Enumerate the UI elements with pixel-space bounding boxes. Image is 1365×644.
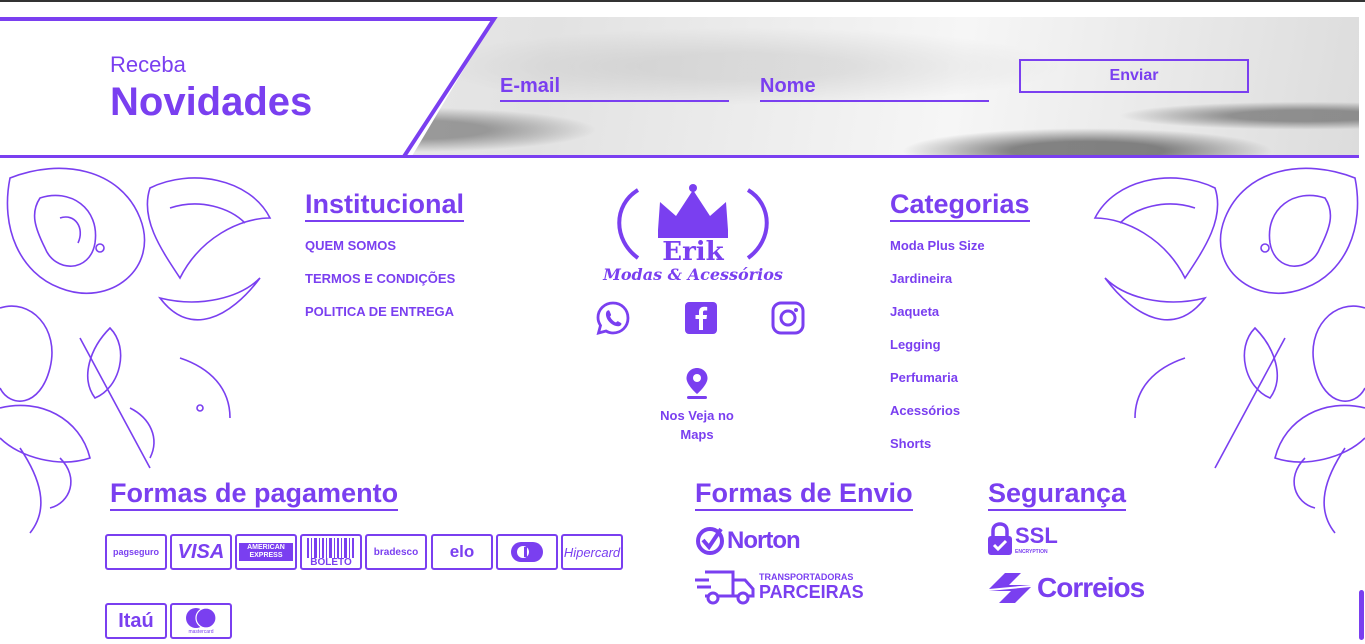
transportadoras-badge: TRANSPORTADORAS PARCEIRAS <box>695 568 864 606</box>
maps-label-line1: Nos Veja no <box>660 408 734 423</box>
facebook-icon[interactable] <box>683 300 719 336</box>
categorias-title: Categorias <box>890 188 1030 222</box>
transportadoras-big-label: PARCEIRAS <box>759 581 864 602</box>
maps-link[interactable]: Nos Veja no Maps <box>647 406 747 444</box>
pagamento-title: Formas de pagamento <box>110 477 399 511</box>
boleto-badge: BOLETO <box>300 534 362 570</box>
lock-icon <box>988 522 1012 555</box>
map-pin-icon[interactable] <box>683 366 711 400</box>
link-politica-entrega[interactable]: POLITICA DE ENTREGA <box>305 304 454 319</box>
pagseguro-badge: pagseguro <box>105 534 167 570</box>
itau-badge: Itaú <box>105 603 167 639</box>
link-quem-somos[interactable]: QUEM SOMOS <box>305 238 396 253</box>
svg-text:Modas & Acessórios: Modas & Acessórios <box>602 265 783 284</box>
truck-icon <box>695 570 755 605</box>
ssl-sub-label: ENCRYPTION <box>1015 549 1048 555</box>
link-shorts[interactable]: Shorts <box>890 436 931 451</box>
link-jaqueta[interactable]: Jaqueta <box>890 304 939 319</box>
link-termos-condicoes[interactable]: TERMOS E CONDIÇÕES <box>305 271 455 286</box>
svg-text:Erik: Erik <box>662 237 724 267</box>
transportadoras-small-label: TRANSPORTADORAS <box>759 571 854 582</box>
ssl-badge: SSL ENCRYPTION <box>987 522 1058 556</box>
brand-logo[interactable]: Erik Modas & Acessórios <box>598 180 788 288</box>
link-moda-plus-size[interactable]: Moda Plus Size <box>890 238 985 253</box>
hipercard-badge: Hipercard <box>561 534 623 570</box>
diners-badge <box>496 534 558 570</box>
visa-badge: VISA <box>170 534 232 570</box>
envio-title: Formas de Envio <box>695 477 913 511</box>
maps-label-line2: Maps <box>680 427 714 442</box>
institucional-title: Institucional <box>305 188 465 222</box>
link-perfumaria[interactable]: Perfumaria <box>890 370 958 385</box>
link-acessorios[interactable]: Acessórios <box>890 403 960 418</box>
newsletter-title: Novidades <box>110 80 313 124</box>
page-scrollbar-thumb[interactable] <box>1359 590 1364 640</box>
mastercard-icon <box>186 607 217 629</box>
top-border <box>0 0 1365 2</box>
name-input[interactable] <box>760 70 989 102</box>
instagram-icon[interactable] <box>770 300 806 336</box>
link-legging[interactable]: Legging <box>890 337 941 352</box>
mastercard-badge: mastercard <box>170 603 232 639</box>
correios-badge: Correios <box>987 570 1145 606</box>
elo-badge: elo <box>431 534 493 570</box>
submit-button[interactable]: Enviar <box>1019 59 1249 93</box>
newsletter-subtitle: Receba <box>110 52 186 77</box>
email-input[interactable] <box>500 70 729 102</box>
norton-check-icon <box>696 527 724 555</box>
correios-icon <box>989 573 1031 603</box>
ssl-label: SSL <box>1015 523 1058 548</box>
amex-badge: AMERICAN EXPRESS <box>235 534 297 570</box>
seguranca-title: Segurança <box>988 477 1127 511</box>
norton-badge: Norton <box>695 524 801 558</box>
barcode-icon <box>307 538 354 558</box>
whatsapp-icon[interactable] <box>595 300 631 336</box>
bradesco-badge: bradesco <box>365 534 427 570</box>
link-jardineira[interactable]: Jardineira <box>890 271 952 286</box>
diners-icon <box>511 542 543 562</box>
